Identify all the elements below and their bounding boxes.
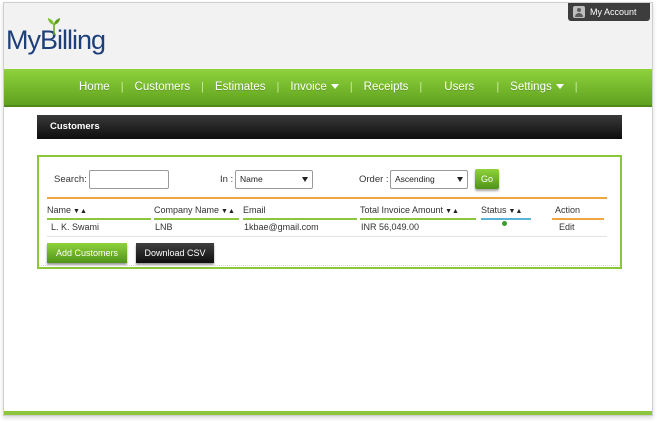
download-csv-button[interactable]: Download CSV	[136, 243, 214, 263]
col-email-label: Email	[243, 205, 266, 215]
footer-bar	[4, 411, 652, 415]
my-account-button[interactable]: My Account	[568, 3, 650, 21]
header: MyBilling My Account	[4, 3, 652, 69]
sort-icon[interactable]: ▼▲	[509, 208, 523, 215]
dropdown-arrow-icon	[302, 177, 308, 182]
add-customers-button[interactable]: Add Customers	[47, 243, 127, 263]
col-status-label: Status	[481, 205, 507, 215]
my-account-label: My Account	[590, 7, 637, 17]
nav-users[interactable]: Users	[422, 81, 496, 93]
filter-row: Search: In : Name Order : Ascending Go	[39, 169, 620, 190]
app-frame: MyBilling My Account Home | Customers | …	[3, 2, 653, 416]
dropdown-arrow-icon	[457, 177, 463, 182]
nav-receipts[interactable]: Receipts	[353, 81, 420, 93]
col-status[interactable]: Status ▼▲	[481, 205, 531, 220]
cell-name: L. K. Swami	[51, 222, 100, 232]
order-select[interactable]: Ascending	[390, 170, 468, 189]
col-total[interactable]: Total Invoice Amount ▼▲	[360, 205, 476, 220]
col-name[interactable]: Name ▼▲	[47, 205, 151, 220]
edit-link[interactable]: Edit	[559, 222, 575, 232]
in-label: In :	[220, 174, 234, 185]
logo[interactable]: MyBilling	[6, 18, 106, 56]
customers-panel: Search: In : Name Order : Ascending Go N…	[37, 155, 622, 269]
leaf-icon	[46, 11, 62, 35]
nav-invoice[interactable]: Invoice	[279, 81, 349, 93]
user-icon	[573, 6, 585, 18]
order-label: Order :	[359, 174, 389, 185]
col-company-label: Company Name	[154, 205, 220, 215]
nav-settings[interactable]: Settings	[499, 81, 575, 93]
table-row: L. K. Swami LNB 1kbae@gmail.com INR 56,0…	[47, 217, 607, 237]
col-name-label: Name	[47, 205, 72, 215]
nav-estimates[interactable]: Estimates	[204, 81, 277, 93]
cell-total: INR 56,049.00	[361, 222, 420, 232]
in-select-value: Name	[240, 174, 263, 184]
nav-settings-label: Settings	[510, 81, 552, 93]
in-select[interactable]: Name	[235, 170, 313, 189]
search-input[interactable]	[89, 170, 169, 189]
col-email: Email	[243, 205, 357, 220]
col-company[interactable]: Company Name ▼▲	[154, 205, 239, 220]
sort-icon[interactable]: ▼▲	[221, 208, 235, 215]
page-title: Customers	[37, 115, 622, 139]
col-action-label: Action	[555, 205, 581, 215]
nav-invoice-label: Invoice	[290, 81, 327, 93]
chevron-down-icon	[330, 84, 339, 90]
cell-email: 1kbae@gmail.com	[244, 222, 319, 232]
sort-icon[interactable]: ▼▲	[73, 208, 87, 215]
col-total-label: Total Invoice Amount	[360, 205, 444, 215]
go-button[interactable]: Go	[475, 169, 499, 189]
nav-separator: |	[574, 81, 578, 93]
sort-icon[interactable]: ▼▲	[445, 208, 459, 215]
chevron-down-icon	[555, 84, 564, 90]
col-action: Action	[552, 205, 604, 220]
customers-table: Name ▼▲ Company Name ▼▲ Email Total Invoic…	[47, 197, 607, 237]
divider	[39, 265, 620, 266]
order-select-value: Ascending	[395, 174, 435, 184]
table-header: Name ▼▲ Company Name ▼▲ Email Total Invoic…	[47, 199, 607, 220]
search-label: Search:	[54, 174, 87, 185]
nav-customers[interactable]: Customers	[124, 81, 202, 93]
cell-company: LNB	[155, 222, 173, 232]
nav-home[interactable]: Home	[68, 81, 121, 93]
status-active-icon	[502, 221, 507, 226]
main-nav: Home | Customers | Estimates | Invoice |…	[4, 69, 652, 107]
